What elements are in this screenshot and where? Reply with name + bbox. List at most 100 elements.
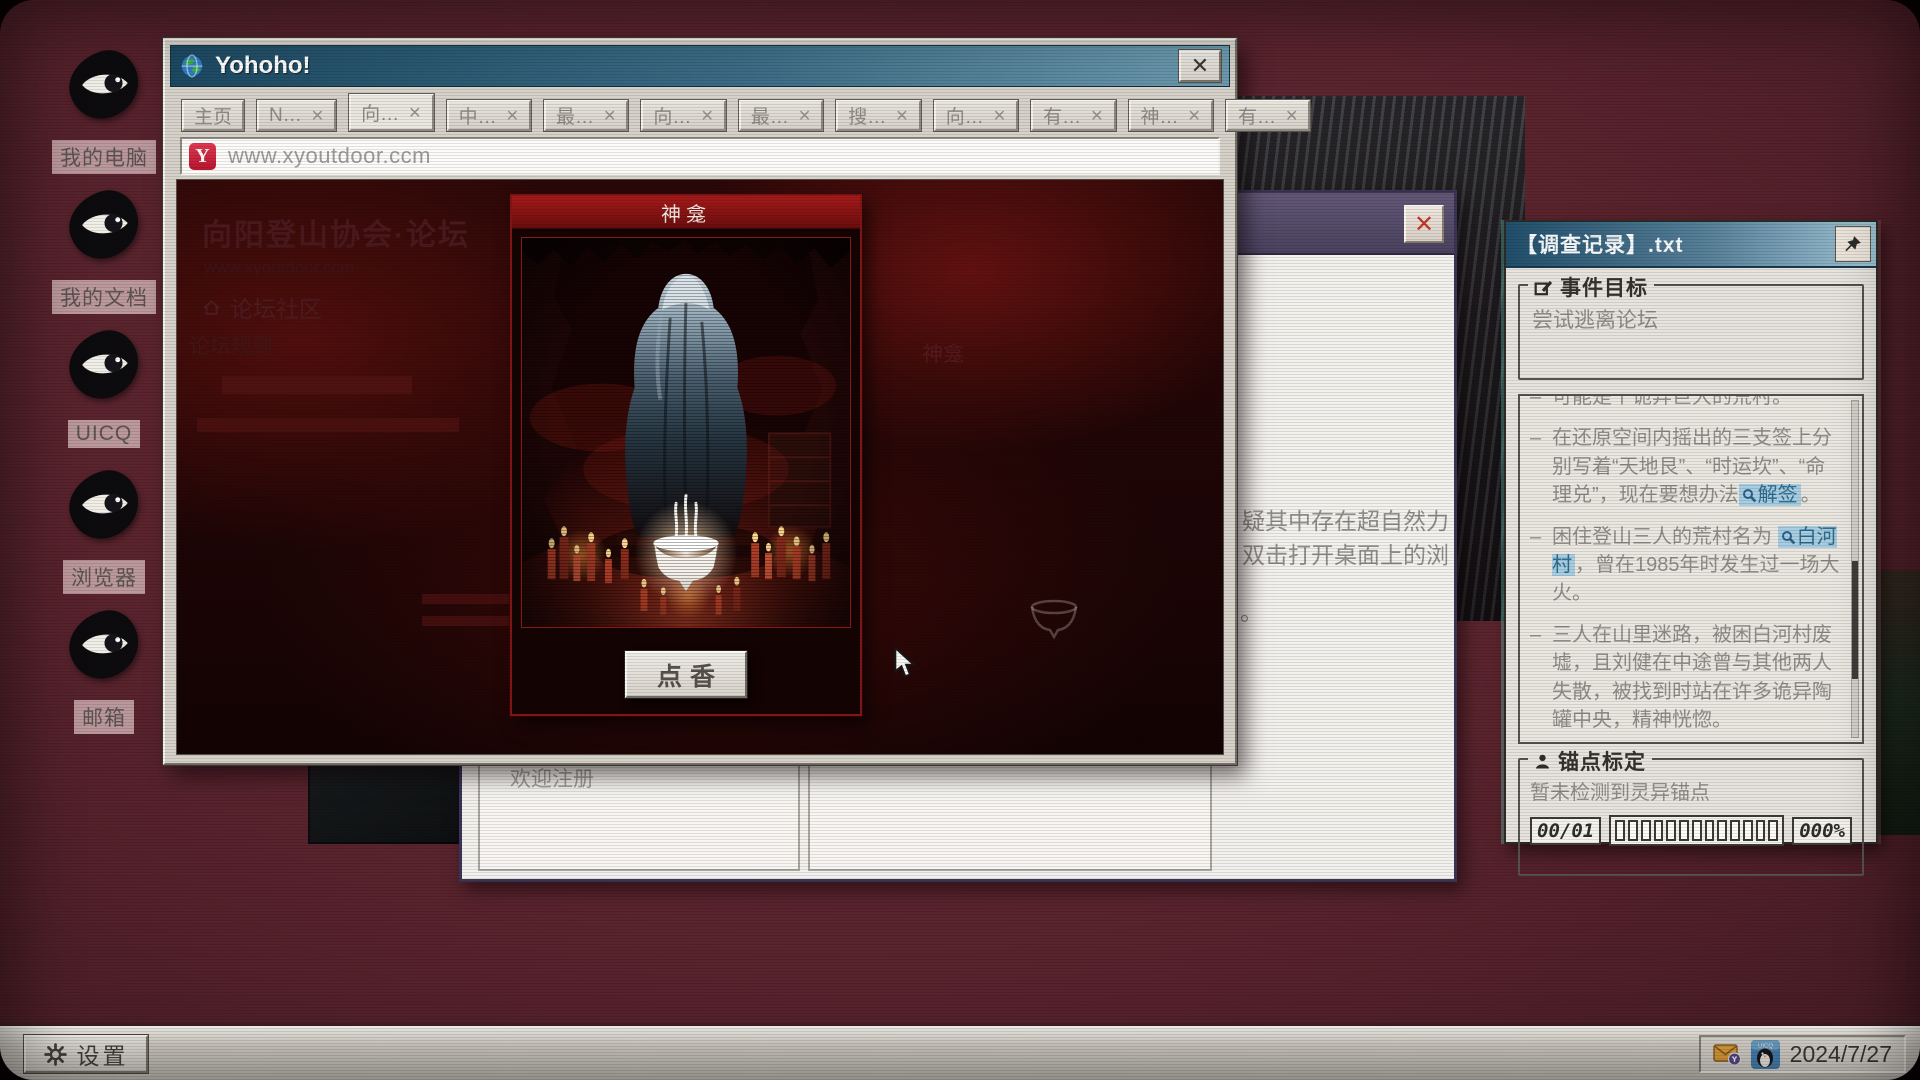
- anchor-counter: 00/01: [1530, 817, 1601, 845]
- progress-segment: [1730, 820, 1740, 841]
- tab-close-icon[interactable]: ✕: [408, 103, 421, 123]
- browser-viewport: 向阳登山协会·论坛 www.xyoutdoor.ccm 论坛社区 论坛规则 神龛…: [176, 179, 1224, 755]
- tab-close-icon[interactable]: ✕: [1090, 106, 1103, 126]
- note-bullet: –: [1530, 621, 1544, 735]
- notes-pin-button[interactable]: [1835, 226, 1871, 262]
- document-text-line: 疑其中存在超自然力: [1242, 502, 1449, 536]
- desktop-icon-label: 我的电脑: [52, 140, 156, 174]
- desktop-icon-2[interactable]: 我的文档: [36, 186, 172, 314]
- progress-segment: [1768, 820, 1778, 841]
- game-screen: 我的电脑 我的文档 UICQ 浏览器 邮箱 ✕ 疑其中存在超自然力 双击打开桌面…: [0, 0, 1920, 1080]
- browser-tab[interactable]: 有…✕: [1031, 100, 1115, 131]
- tab-close-icon[interactable]: ✕: [700, 106, 713, 126]
- forum-nav-rules[interactable]: 论坛规则: [189, 330, 273, 360]
- tab-label: 最…: [751, 102, 789, 129]
- browser-close-button[interactable]: ✕: [1179, 50, 1221, 82]
- tab-close-icon[interactable]: ✕: [506, 106, 519, 126]
- anchor-person-icon: [1534, 753, 1551, 770]
- desktop-icon-3[interactable]: UICQ: [36, 326, 172, 448]
- eye-icon: [63, 186, 145, 262]
- note-keyword-link[interactable]: 解签: [1739, 484, 1801, 506]
- tab-close-icon[interactable]: ✕: [1188, 106, 1201, 126]
- eye-icon: [63, 606, 145, 682]
- tab-label: 搜…: [848, 102, 886, 129]
- desktop-icon-label: UICQ: [68, 420, 141, 448]
- tab-close-icon[interactable]: ✕: [311, 106, 324, 126]
- note-bullet: –: [1530, 394, 1544, 411]
- light-incense-button[interactable]: 点香: [625, 651, 747, 698]
- investigation-notes-panel: 【调查记录】.txt 事件目标 尝试逃离论坛 –可能是个诡异巨大的: [1504, 220, 1878, 844]
- progress-segment: [1679, 820, 1689, 841]
- browser-titlebar[interactable]: Yohoho! ✕: [170, 45, 1230, 87]
- tab-label: 向…: [653, 102, 691, 129]
- note-keyword-link[interactable]: 白河村: [1552, 526, 1837, 576]
- tab-close-icon[interactable]: ✕: [1285, 106, 1298, 126]
- uicq-penguin-tray-icon[interactable]: UICQ: [1751, 1040, 1780, 1069]
- tab-close-icon[interactable]: ✕: [895, 106, 908, 126]
- browser-tab[interactable]: 向… ✕: [934, 100, 1018, 131]
- notes-body: 事件目标 尝试逃离论坛 –可能是个诡异巨大的荒村。–在还原空间内摇出的三支签上分…: [1506, 268, 1876, 888]
- desktop-icon-label: 邮箱: [74, 700, 134, 734]
- notes-entries-box[interactable]: –可能是个诡异巨大的荒村。–在还原空间内摇出的三支签上分别写着“天地艮”、“时运…: [1518, 394, 1864, 744]
- tab-close-icon[interactable]: ✕: [993, 106, 1006, 126]
- settings-button[interactable]: 设置: [24, 1035, 148, 1073]
- browser-tab[interactable]: 搜… ✕: [836, 100, 920, 131]
- desktop-icon-1[interactable]: 我的电脑: [36, 46, 172, 174]
- notes-titlebar[interactable]: 【调查记录】.txt: [1506, 222, 1876, 268]
- browser-tab[interactable]: 最… ✕: [544, 100, 628, 131]
- browser-tab[interactable]: 最… ✕: [739, 100, 823, 131]
- tab-label: 向…: [946, 102, 984, 129]
- notes-scrollbar-thumb[interactable]: [1852, 561, 1858, 679]
- tab-label: 向…: [361, 99, 399, 126]
- tab-label: 神…: [1141, 102, 1179, 129]
- notes-scrollbar[interactable]: [1851, 400, 1859, 738]
- browser-window: Yohoho! ✕ 主页N…✕向…✕中…✕最…✕向…✕最…✕搜…✕向…✕有…✕神…: [163, 38, 1237, 765]
- document-close-button[interactable]: ✕: [1404, 205, 1444, 243]
- eye-icon: [63, 46, 145, 122]
- progress-segment: [1705, 820, 1715, 841]
- taskbar-date[interactable]: 2024/7/27: [1790, 1041, 1892, 1068]
- progress-segment: [1628, 820, 1638, 841]
- url-text[interactable]: www.xyoutdoor.ccm: [228, 143, 431, 169]
- browser-title: Yohoho!: [215, 52, 311, 80]
- eye-icon: [63, 326, 145, 402]
- browser-tab[interactable]: 主页: [182, 100, 244, 131]
- browser-tab[interactable]: 中…✕: [447, 100, 531, 131]
- mail-tray-icon[interactable]: [1713, 1042, 1741, 1066]
- tab-close-icon[interactable]: ✕: [603, 106, 616, 126]
- anchor-progress-bar: [1609, 815, 1784, 846]
- browser-tab[interactable]: N… ✕: [257, 100, 336, 131]
- progress-segment: [1743, 820, 1753, 841]
- note-bullet: –: [1530, 523, 1544, 608]
- browser-tab[interactable]: 神… ✕: [1129, 100, 1213, 131]
- forum-redacted-row: [222, 376, 412, 394]
- desktop-icon-4[interactable]: 浏览器: [36, 466, 172, 594]
- objective-section: 事件目标 尝试逃离论坛: [1518, 284, 1864, 380]
- shrine-modal-title: 神龛: [512, 196, 860, 229]
- tab-label: 主页: [194, 102, 232, 129]
- notes-title: 【调查记录】.txt: [1516, 229, 1684, 259]
- anchor-percent: 000%: [1792, 817, 1852, 845]
- note-entry: –在还原空间内摇出的三支签上分别写着“天地艮”、“时运坎”、“命理兑”，现在要想…: [1530, 424, 1840, 509]
- forum-nav-community[interactable]: 论坛社区: [202, 290, 322, 324]
- edit-icon: [1534, 279, 1553, 296]
- browser-tab[interactable]: 向… ✕: [349, 94, 433, 131]
- note-text: 可能是个诡异巨大的荒村。: [1552, 394, 1792, 411]
- browser-tab[interactable]: 有…✕: [1226, 100, 1310, 131]
- desktop-icon-label: 浏览器: [63, 560, 145, 594]
- shrine-image: [521, 237, 851, 628]
- browser-address-bar[interactable]: Y www.xyoutdoor.ccm: [180, 137, 1220, 175]
- progress-segment: [1654, 820, 1664, 841]
- eye-icon: [63, 466, 145, 542]
- tab-label: N…: [269, 105, 302, 127]
- browser-tab-bar: 主页N…✕向…✕中…✕最…✕向…✕最…✕搜…✕向…✕有…✕神…✕有…✕: [170, 87, 1230, 133]
- tab-close-icon[interactable]: ✕: [798, 106, 811, 126]
- document-text-line: 。: [1240, 593, 1263, 627]
- settings-label: 设置: [77, 1037, 129, 1071]
- taskbar: 设置 UICQ 2024/7/27: [0, 1026, 1920, 1080]
- browser-tab[interactable]: 向… ✕: [641, 100, 725, 131]
- document-right-panel: [808, 757, 1212, 871]
- document-text-line: 双击打开桌面上的浏: [1242, 536, 1449, 570]
- tab-label: 最…: [556, 102, 594, 129]
- desktop-icon-5[interactable]: 邮箱: [36, 606, 172, 734]
